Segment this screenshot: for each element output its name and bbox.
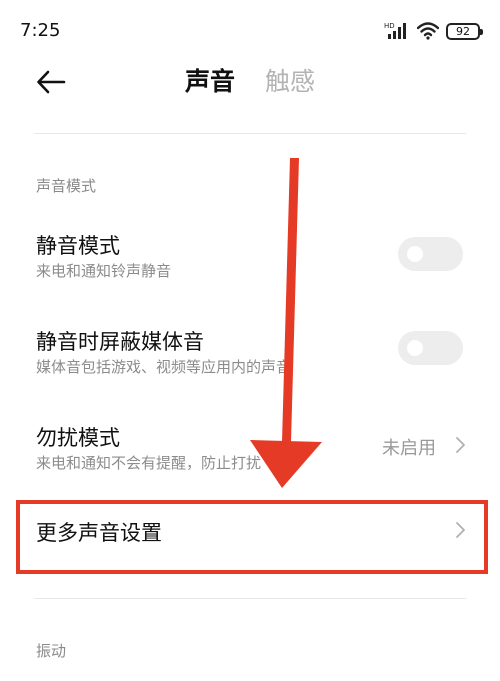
status-time: 7:25 (20, 20, 61, 41)
setting-row-more-sound[interactable]: 更多声音设置 (0, 500, 500, 574)
status-bar: 7:25 HD 92 (0, 0, 500, 62)
more-sound-title: 更多声音设置 (36, 521, 162, 545)
status-icons: HD 92 (384, 21, 483, 41)
signal-icon: HD (384, 22, 406, 39)
dnd-status-value: 未启用 (382, 438, 436, 459)
mute-media-subtitle: 媒体音包括游戏、视频等应用内的声音 (36, 358, 292, 376)
setting-row-dnd[interactable]: 勿扰模式 来电和通知不会有提醒，防止打扰 未启用 (0, 414, 500, 484)
header-divider (34, 133, 466, 134)
setting-row-mute-media[interactable]: 静音时屏蔽媒体音 媒体音包括游戏、视频等应用内的声音 (0, 318, 500, 388)
battery-level: 92 (456, 24, 470, 38)
section-label-vibration: 振动 (36, 642, 67, 660)
silent-mode-toggle[interactable] (398, 237, 463, 271)
back-arrow-icon (37, 70, 66, 94)
tab-haptics[interactable]: 触感 (265, 64, 315, 100)
mute-media-title: 静音时屏蔽媒体音 (36, 330, 204, 354)
wifi-icon (417, 22, 439, 40)
setting-row-silent-mode[interactable]: 静音模式 来电和通知铃声静音 (0, 222, 500, 292)
section-divider (34, 598, 466, 599)
back-button[interactable] (34, 64, 70, 100)
silent-mode-subtitle: 来电和通知铃声静音 (36, 262, 172, 280)
battery-icon: 92 (446, 22, 483, 40)
dnd-subtitle: 来电和通知不会有提醒，防止打扰 (36, 454, 262, 472)
network-type-label: HD (384, 22, 395, 30)
section-label-sound-mode: 声音模式 (36, 177, 97, 195)
header: 声音 触感 (0, 62, 500, 102)
mute-media-toggle[interactable] (398, 331, 463, 365)
chevron-right-icon (456, 522, 465, 538)
tab-sound[interactable]: 声音 (185, 64, 235, 100)
chevron-right-icon (456, 437, 465, 453)
toggle-knob (407, 246, 423, 262)
toggle-knob (407, 340, 423, 356)
dnd-title: 勿扰模式 (36, 426, 120, 450)
silent-mode-title: 静音模式 (36, 234, 120, 258)
